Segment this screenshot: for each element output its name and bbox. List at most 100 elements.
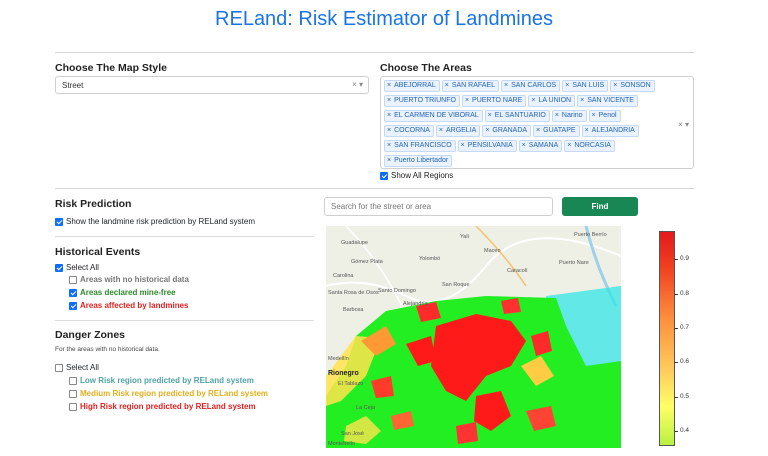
area-tag[interactable]: × GUATAPE <box>533 125 580 137</box>
area-tag[interactable]: × ABEJORRAL <box>384 80 440 92</box>
map-place-label: Alejandría <box>403 301 428 307</box>
risk-prediction-label: Risk Prediction <box>55 198 132 210</box>
area-tag-label: Narino <box>561 112 583 119</box>
area-tag[interactable]: × SAMANA <box>518 140 563 152</box>
checkbox[interactable] <box>69 275 77 284</box>
area-tag[interactable]: × SAN FRANCISCO <box>384 140 456 152</box>
map-place-label: Medellín <box>328 356 349 362</box>
remove-tag-icon[interactable]: × <box>387 142 391 149</box>
area-tag[interactable]: × Puerto Libertador <box>384 155 453 167</box>
danger-item-label: Medium Risk region predicted by RELand s… <box>80 389 269 398</box>
risk-prediction-option[interactable]: Show the landmine risk prediction by REL… <box>55 217 255 226</box>
danger-item-low[interactable]: Low Risk region predicted by RELand syst… <box>69 376 254 385</box>
area-tag[interactable]: × SONSON <box>610 80 655 92</box>
map-place-label: San José <box>341 431 364 437</box>
colorbar-tick <box>675 259 678 260</box>
map-place-label: El Tablazo <box>338 381 364 387</box>
search-input[interactable]: Search for the street or area <box>324 197 553 216</box>
danger-select-all-checkbox[interactable] <box>55 363 63 372</box>
remove-tag-icon[interactable]: × <box>465 97 469 104</box>
historical-select-all-checkbox[interactable] <box>55 263 63 272</box>
checkbox[interactable] <box>69 301 77 310</box>
area-tag[interactable]: × GRANADA <box>482 125 532 137</box>
remove-tag-icon[interactable]: × <box>387 97 391 104</box>
colorbar-tick <box>675 397 678 398</box>
risk-colorbar <box>659 231 675 446</box>
show-all-label: Show All Regions <box>391 171 454 180</box>
area-tag-label: ABEJORRAL <box>394 82 436 89</box>
area-tags: × ABEJORRAL × SAN RAFAEL × SAN CARLOS × SAN LUI… <box>384 80 666 170</box>
area-tag[interactable]: × ARGELIA <box>435 125 481 137</box>
remove-tag-icon[interactable]: × <box>387 112 391 119</box>
show-all-regions[interactable]: Show All Regions <box>380 171 453 180</box>
remove-tag-icon[interactable]: × <box>387 127 391 134</box>
remove-tag-icon[interactable]: × <box>461 142 465 149</box>
historical-select-all[interactable]: Select All <box>55 263 99 272</box>
area-tag-label: Puerto Libertador <box>394 157 449 164</box>
divider <box>55 320 314 321</box>
remove-tag-icon[interactable]: × <box>485 127 489 134</box>
remove-tag-icon[interactable]: × <box>488 112 492 119</box>
colorbar-tick <box>675 328 678 329</box>
map-place-label: Guadalupe <box>341 240 368 246</box>
remove-tag-icon[interactable]: × <box>592 112 596 119</box>
checkbox[interactable] <box>69 389 77 398</box>
remove-tag-icon[interactable]: × <box>387 157 391 164</box>
remove-tag-icon[interactable]: × <box>536 127 540 134</box>
historical-item-no-data[interactable]: Areas with no historical data <box>69 275 189 284</box>
find-button[interactable]: Find <box>562 197 638 216</box>
checkbox[interactable] <box>69 402 77 411</box>
area-tag[interactable]: × PUERTO TRIUNFO <box>384 95 460 107</box>
remove-tag-icon[interactable]: × <box>580 97 584 104</box>
area-tag[interactable]: × EL CARMEN DE VIBORAL <box>384 110 483 122</box>
area-tag[interactable]: × ALEJANDRIA <box>581 125 639 137</box>
remove-tag-icon[interactable]: × <box>567 142 571 149</box>
area-tag[interactable]: × PUERTO NARE <box>461 95 527 107</box>
colorbar-label: 0.4 <box>680 427 690 434</box>
clear-all-icon[interactable]: × <box>678 120 683 129</box>
remove-tag-icon[interactable]: × <box>585 127 589 134</box>
checkbox[interactable] <box>69 288 77 297</box>
remove-tag-icon[interactable]: × <box>565 82 569 89</box>
area-tag[interactable]: × COCORNA <box>384 125 434 137</box>
area-tag-label: GUATAPE <box>543 127 576 134</box>
area-tag[interactable]: × EL SANTUARIO <box>484 110 550 122</box>
risk-prediction-checkbox[interactable] <box>55 217 63 226</box>
chevron-down-icon[interactable]: ▾ <box>359 80 363 89</box>
historical-item-affected[interactable]: Areas affected by landmines <box>69 301 188 310</box>
historical-item-mine-free[interactable]: Areas declared mine-free <box>69 288 176 297</box>
remove-tag-icon[interactable]: × <box>613 82 617 89</box>
checkbox[interactable] <box>69 376 77 385</box>
area-tag[interactable]: × SAN LUIS <box>562 80 609 92</box>
remove-tag-icon[interactable]: × <box>555 112 559 119</box>
risk-prediction-text: Show the landmine risk prediction by REL… <box>66 217 255 226</box>
area-tag[interactable]: × LA UNION <box>528 95 576 107</box>
clear-icon[interactable]: × <box>352 80 357 89</box>
historical-select-all-label: Select All <box>66 263 99 272</box>
colorbar-label: 0.5 <box>680 393 690 400</box>
area-tag-label: ARGELIA <box>445 127 477 134</box>
show-all-checkbox[interactable] <box>380 171 388 180</box>
map-style-value: Street <box>62 81 84 90</box>
area-tag[interactable]: × SAN VICENTE <box>577 95 638 107</box>
risk-map[interactable]: Guadalupe Yalí Puerto Berrío Maceo Gómez… <box>326 226 621 448</box>
remove-tag-icon[interactable]: × <box>439 127 443 134</box>
area-tag[interactable]: × Penol <box>588 110 621 122</box>
danger-item-medium[interactable]: Medium Risk region predicted by RELand s… <box>69 389 268 398</box>
area-tag-label: Penol <box>598 112 617 119</box>
chevron-down-icon[interactable]: ▾ <box>685 120 689 129</box>
area-tag[interactable]: × PENSILVANIA <box>457 140 517 152</box>
area-tag[interactable]: × Narino <box>551 110 587 122</box>
danger-item-high[interactable]: High Risk region predicted by RELand sys… <box>69 402 256 411</box>
remove-tag-icon[interactable]: × <box>522 142 526 149</box>
area-tag[interactable]: × NORCASIA <box>564 140 615 152</box>
map-style-select[interactable]: Street × ▾ <box>55 76 369 94</box>
remove-tag-icon[interactable]: × <box>531 97 535 104</box>
remove-tag-icon[interactable]: × <box>445 82 449 89</box>
areas-multiselect[interactable]: × ABEJORRAL × SAN RAFAEL × SAN CARLOS × SAN LUI… <box>380 76 694 169</box>
area-tag[interactable]: × SAN CARLOS <box>501 80 561 92</box>
remove-tag-icon[interactable]: × <box>387 82 391 89</box>
area-tag[interactable]: × SAN RAFAEL <box>441 80 499 92</box>
remove-tag-icon[interactable]: × <box>504 82 508 89</box>
danger-select-all[interactable]: Select All <box>55 363 99 372</box>
